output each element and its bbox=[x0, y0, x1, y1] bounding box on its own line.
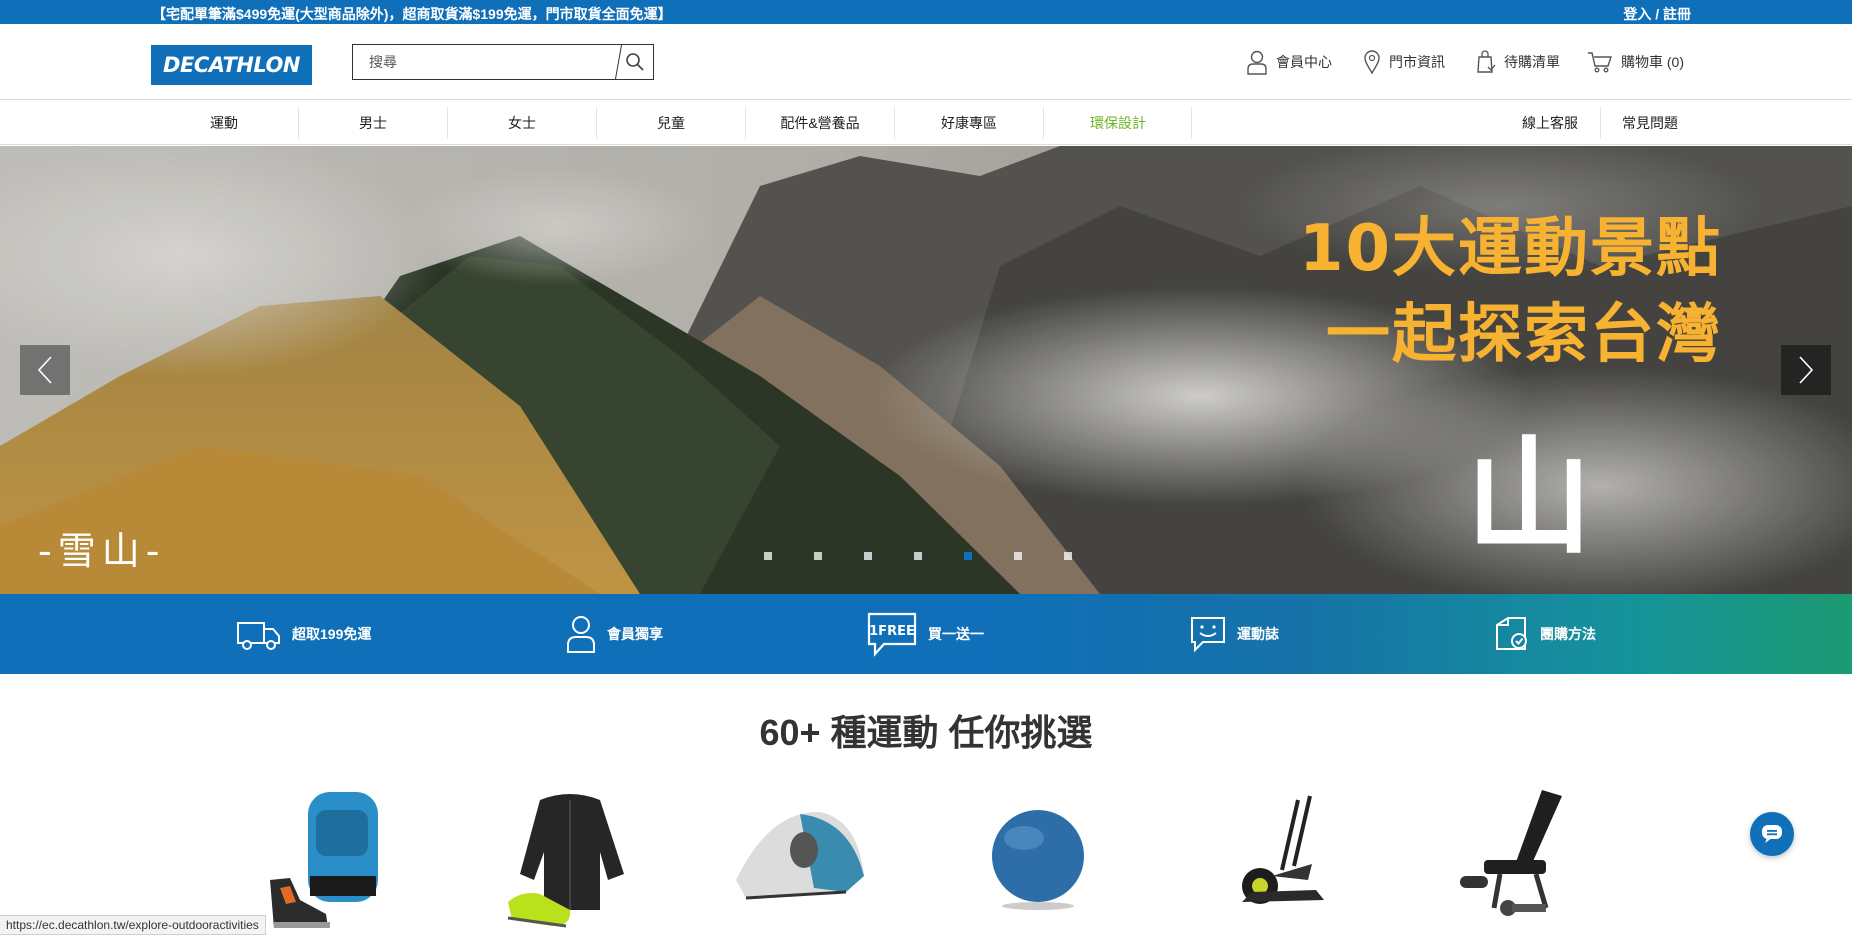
live-chat-button[interactable] bbox=[1750, 812, 1794, 856]
feature-member-exclusive[interactable]: 會員獨享 bbox=[565, 594, 663, 674]
hero-headline: 10大運動景點 一起探索台灣 bbox=[1299, 206, 1722, 378]
store-info-link[interactable]: 門市資訊 bbox=[1363, 47, 1445, 77]
feature-label: 超取199免運 bbox=[292, 626, 372, 642]
nav-item-online-support[interactable]: 線上客服 bbox=[1500, 101, 1600, 145]
sports-section-title: 60+ 種運動 任你挑選 bbox=[759, 712, 1093, 753]
hero-place-name: -雪山- bbox=[38, 529, 166, 573]
elliptical-icon[interactable] bbox=[1212, 780, 1352, 930]
features-strip: 超取199免運 會員獨享 1FREE 買一送一 運動誌 團購方法 bbox=[0, 594, 1852, 674]
feature-pickup-free-shipping[interactable]: 超取199免運 bbox=[236, 594, 371, 674]
search-button[interactable] bbox=[617, 45, 653, 79]
member-user-icon bbox=[567, 616, 595, 653]
free-tag-text: 1FREE bbox=[869, 624, 915, 639]
carousel-dot-active[interactable] bbox=[964, 552, 972, 560]
cart-label: 購物車 (0) bbox=[1621, 54, 1684, 70]
hero-big-character: 山 bbox=[1466, 424, 1592, 571]
nav-item-eco-design[interactable]: 環保設計 bbox=[1044, 101, 1192, 145]
member-center-label: 會員中心 bbox=[1276, 54, 1332, 70]
wishlist-link[interactable]: 待購清單 bbox=[1476, 47, 1560, 77]
nav-item-women[interactable]: 女士 bbox=[448, 101, 596, 145]
cart-link[interactable]: 購物車 (0) bbox=[1587, 47, 1684, 77]
feature-buy-one-get-one[interactable]: 1FREE 買一送一 bbox=[866, 594, 984, 674]
group-package-icon bbox=[1496, 617, 1527, 650]
promo-bar: 【宅配單筆滿$499免運(大型商品除外)，超商取貨滿$199免運，門市取貨全面免… bbox=[0, 0, 1852, 24]
feature-label: 團購方法 bbox=[1540, 626, 1596, 642]
carousel-dot[interactable] bbox=[1064, 552, 1072, 560]
chat-bubble-icon bbox=[1762, 825, 1782, 843]
nav-item-deals[interactable]: 好康專區 bbox=[895, 101, 1043, 145]
user-icon bbox=[1247, 50, 1267, 75]
nav-separator bbox=[1191, 107, 1192, 139]
search-input[interactable] bbox=[353, 45, 615, 79]
carousel-dot[interactable] bbox=[814, 552, 822, 560]
nav-item-accessories[interactable]: 配件&營養品 bbox=[746, 101, 894, 145]
smile-chat-icon bbox=[1191, 617, 1225, 653]
status-bar-url: https://ec.decathlon.tw/explore-outdoora… bbox=[0, 915, 266, 935]
feature-sports-magazine[interactable]: 運動誌 bbox=[1189, 594, 1279, 674]
delivery-truck-icon bbox=[237, 622, 280, 650]
hero-headline-line1: 10大運動景點 bbox=[1298, 212, 1722, 286]
carousel-dot[interactable] bbox=[914, 552, 922, 560]
wishlist-label: 待購清單 bbox=[1504, 54, 1560, 70]
nav-item-faq[interactable]: 常見問題 bbox=[1600, 101, 1700, 145]
hero-banner[interactable]: 10大運動景點 一起探索台灣 山 -雪山- bbox=[0, 146, 1852, 594]
login-register-link[interactable]: 登入 / 註冊 bbox=[1623, 4, 1691, 24]
carousel-dot[interactable] bbox=[1014, 552, 1022, 560]
site-header: DECATHLON 會員中心 門市資訊 待購清單 購物車 (0) bbox=[0, 24, 1852, 100]
gym-ball-icon[interactable] bbox=[968, 780, 1108, 930]
carousel-dot[interactable] bbox=[764, 552, 772, 560]
shopping-cart-icon bbox=[1588, 52, 1612, 73]
shopping-bag-list-icon bbox=[1477, 50, 1496, 73]
free-tag-icon: 1FREE bbox=[867, 612, 917, 657]
search-box bbox=[352, 44, 654, 80]
chevron-left-icon bbox=[37, 356, 52, 384]
store-info-label: 門市資訊 bbox=[1389, 54, 1445, 70]
nav-item-kids[interactable]: 兒童 bbox=[597, 101, 745, 145]
nav-item-men[interactable]: 男士 bbox=[299, 101, 447, 145]
backpack-boots-icon[interactable] bbox=[260, 780, 400, 930]
map-pin-icon bbox=[1364, 50, 1380, 75]
feature-label: 買一送一 bbox=[928, 626, 984, 642]
search-icon bbox=[626, 53, 644, 71]
feature-group-buying[interactable]: 團購方法 bbox=[1494, 594, 1596, 674]
nav-item-sports[interactable]: 運動 bbox=[150, 101, 298, 145]
carousel-next-button[interactable] bbox=[1781, 345, 1831, 395]
feature-label: 運動誌 bbox=[1237, 626, 1279, 642]
jacket-shoes-icon[interactable] bbox=[500, 780, 640, 930]
feature-label: 會員獨享 bbox=[607, 626, 663, 642]
carousel-prev-button[interactable] bbox=[20, 345, 70, 395]
chevron-right-icon bbox=[1799, 356, 1814, 384]
weight-bench-icon[interactable] bbox=[1450, 780, 1590, 930]
tent-icon[interactable] bbox=[730, 780, 870, 930]
carousel-dot[interactable] bbox=[864, 552, 872, 560]
hero-headline-line2: 一起探索台灣 bbox=[1326, 298, 1722, 372]
decathlon-logo[interactable]: DECATHLON bbox=[151, 45, 312, 85]
main-nav: 運動 男士 女士 兒童 配件&營養品 好康專區 環保設計 線上客服 常見問題 bbox=[0, 101, 1852, 145]
member-center-link[interactable]: 會員中心 bbox=[1246, 47, 1332, 77]
promo-message[interactable]: 【宅配單筆滿$499免運(大型商品除外)，超商取貨滿$199免運，門市取貨全面免… bbox=[152, 4, 672, 24]
